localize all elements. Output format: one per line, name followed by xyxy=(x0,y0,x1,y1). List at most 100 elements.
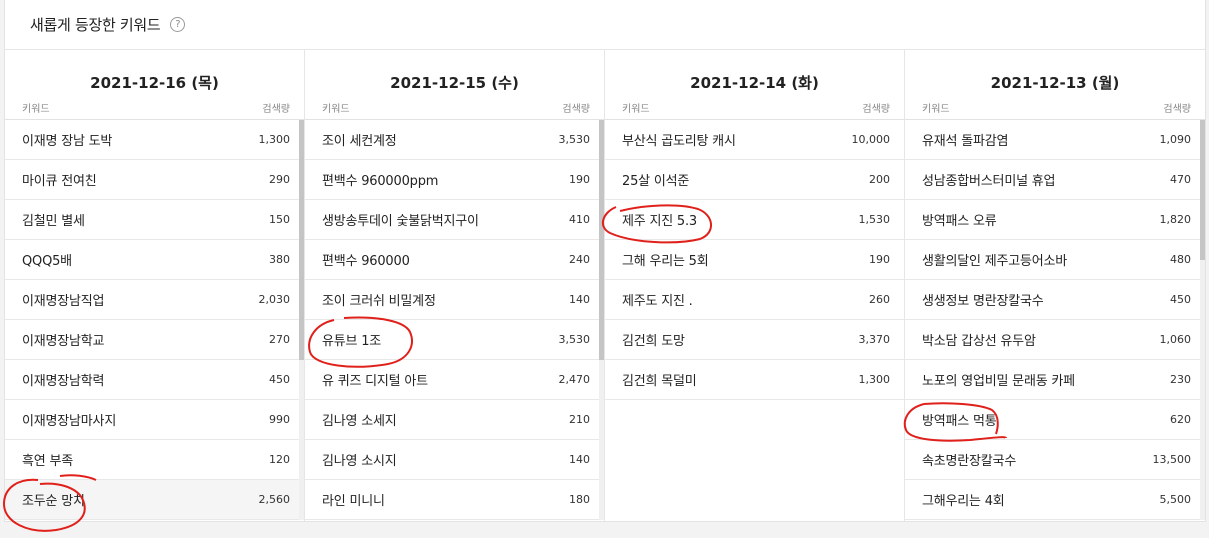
keyword-row[interactable]: 방역패스 오류 1,820 xyxy=(905,200,1205,240)
scroll-thumb[interactable] xyxy=(1200,120,1205,260)
column-header: 키워드 검색량 xyxy=(905,96,1205,120)
keyword-row[interactable]: 방역패스 먹통 620 xyxy=(905,400,1205,440)
column-header: 키워드 검색량 xyxy=(305,96,604,120)
search-volume: 480 xyxy=(1170,253,1191,266)
keyword-row[interactable]: 성남종합버스터미널 휴업 470 xyxy=(905,160,1205,200)
search-volume: 140 xyxy=(569,293,590,306)
search-volume: 5,500 xyxy=(1159,493,1192,506)
search-volume: 290 xyxy=(269,173,290,186)
volume-header: 검색량 xyxy=(1163,104,1191,115)
keyword-text: 김나영 소시지 xyxy=(322,454,397,469)
keyword-text: 편백수 960000 xyxy=(322,254,410,269)
keyword-text: 김건희 도망 xyxy=(622,334,685,349)
keyword-row[interactable]: 부산식 곱도리탕 캐시 10,000 xyxy=(605,120,904,160)
search-volume: 2,030 xyxy=(258,293,291,306)
keyword-text: 이재명장남학력 xyxy=(22,374,105,389)
keyword-row[interactable]: 생생정보 명란장칼국수 450 xyxy=(905,280,1205,320)
keyword-row[interactable]: 그해우리는 4회 5,500 xyxy=(905,480,1205,520)
search-volume: 240 xyxy=(569,253,590,266)
search-volume: 10,000 xyxy=(851,133,891,146)
search-volume: 260 xyxy=(869,293,890,306)
search-volume: 140 xyxy=(569,453,590,466)
volume-header: 검색량 xyxy=(862,104,890,115)
keyword-row[interactable]: 편백수 960000ppm 190 xyxy=(305,160,604,200)
keyword-columns: 2021-12-16 (목) 키워드 검색량 이재명 장남 도박 1,300 마이큐 전여… xyxy=(5,50,1205,521)
search-volume: 1,090 xyxy=(1159,133,1192,146)
keyword-row[interactable]: 김나영 소세지 210 xyxy=(305,400,604,440)
column-date: 2021-12-14 (화) xyxy=(690,74,819,92)
search-volume: 1,820 xyxy=(1159,213,1192,226)
keyword-text: 편백수 960000ppm xyxy=(322,174,439,189)
keyword-row[interactable]: 유튜브 1조 3,530 xyxy=(305,320,604,360)
keyword-text: 그해 우리는 5회 xyxy=(622,254,709,269)
keyword-row[interactable]: 조두순 망치 2,560 xyxy=(5,480,304,520)
volume-header: 검색량 xyxy=(262,104,290,115)
keyword-row[interactable]: 속초명란장칼국수 13,500 xyxy=(905,440,1205,480)
keyword-row[interactable]: 이재명장남마사지 990 xyxy=(5,400,304,440)
keyword-row[interactable]: 김건희 도망 3,370 xyxy=(605,320,904,360)
keyword-text: 조두순 망치 xyxy=(22,494,85,509)
keyword-text: 25살 이석준 xyxy=(622,174,690,189)
keyword-row[interactable]: 김철민 별세 150 xyxy=(5,200,304,240)
search-volume: 380 xyxy=(269,253,290,266)
search-volume: 450 xyxy=(1170,293,1191,306)
keyword-text: 마이큐 전여친 xyxy=(22,174,97,189)
keyword-text: 김건희 목덜미 xyxy=(622,374,697,389)
keyword-row[interactable]: 김건희 목덜미 1,300 xyxy=(605,360,904,400)
keyword-row[interactable]: 조이 세컨계정 3,530 xyxy=(305,120,604,160)
search-volume: 2,470 xyxy=(558,373,591,386)
keyword-row[interactable]: 노포의 영업비밀 문래동 카페 230 xyxy=(905,360,1205,400)
volume-header: 검색량 xyxy=(562,104,590,115)
keyword-column: 2021-12-13 (월) 키워드 검색량 유재석 돌파감염 1,090 성남종합버스터… xyxy=(905,50,1205,521)
keyword-row[interactable]: 제주 지진 5.3 1,530 xyxy=(605,200,904,240)
keyword-row[interactable]: 편백수 960000 240 xyxy=(305,240,604,280)
keyword-text: 유튜브 1조 xyxy=(322,334,382,349)
search-volume: 230 xyxy=(1170,373,1191,386)
keyword-row[interactable]: 그해 우리는 5회 190 xyxy=(605,240,904,280)
keyword-row[interactable]: 유 퀴즈 디지털 아트 2,470 xyxy=(305,360,604,400)
keyword-row[interactable]: 라인 미니니 180 xyxy=(305,480,604,520)
keyword-text: 김나영 소세지 xyxy=(322,414,397,429)
keyword-row[interactable]: 이재명 장남 도박 1,300 xyxy=(5,120,304,160)
search-volume: 1,300 xyxy=(858,373,891,386)
keyword-text: 이재명장남마사지 xyxy=(22,414,117,429)
keyword-row[interactable]: 이재명장남직업 2,030 xyxy=(5,280,304,320)
keyword-text: 제주 지진 5.3 xyxy=(622,214,697,229)
keyword-text: 방역패스 먹통 xyxy=(922,414,997,429)
keyword-row[interactable]: 유재석 돌파감염 1,090 xyxy=(905,120,1205,160)
keyword-text: 제주도 지진 . xyxy=(622,294,693,309)
keyword-row[interactable]: 이재명장남학력 450 xyxy=(5,360,304,400)
keyword-row[interactable]: QQQ5배 380 xyxy=(5,240,304,280)
keyword-text: 유재석 돌파감염 xyxy=(922,134,1009,149)
help-icon[interactable]: ? xyxy=(170,17,186,32)
keyword-row[interactable]: 박소담 갑상선 유두암 1,060 xyxy=(905,320,1205,360)
keyword-text: 생생정보 명란장칼국수 xyxy=(922,294,1044,309)
keyword-text: 생방송투데이 숯불닭벅지구이 xyxy=(322,214,479,229)
column-scrollbar[interactable] xyxy=(599,120,604,520)
keyword-row[interactable]: 이재명장남학교 270 xyxy=(5,320,304,360)
keyword-row[interactable]: 흑연 부족 120 xyxy=(5,440,304,480)
search-volume: 180 xyxy=(569,493,590,506)
search-volume: 200 xyxy=(869,173,890,186)
keyword-row[interactable]: 생방송투데이 숯불닭벅지구이 410 xyxy=(305,200,604,240)
keyword-text: QQQ5배 xyxy=(22,254,72,269)
search-volume: 190 xyxy=(569,173,590,186)
keyword-header: 키워드 xyxy=(922,104,950,115)
column-scrollbar[interactable] xyxy=(299,120,304,520)
keyword-text: 박소담 갑상선 유두암 xyxy=(922,334,1036,349)
keyword-row[interactable]: 25살 이석준 200 xyxy=(605,160,904,200)
search-volume: 1,530 xyxy=(858,213,891,226)
column-scrollbar[interactable] xyxy=(1200,120,1205,520)
keyword-text: 조이 크러쉬 비밀계정 xyxy=(322,294,436,309)
scroll-thumb[interactable] xyxy=(299,120,304,360)
keyword-text: 이재명 장남 도박 xyxy=(22,134,113,149)
search-volume: 1,060 xyxy=(1159,333,1192,346)
keyword-row[interactable]: 조이 크러쉬 비밀계정 140 xyxy=(305,280,604,320)
scroll-thumb[interactable] xyxy=(599,120,604,360)
keyword-text: 성남종합버스터미널 휴업 xyxy=(922,174,1056,189)
keyword-text: 유 퀴즈 디지털 아트 xyxy=(322,374,428,389)
keyword-row[interactable]: 제주도 지진 . 260 xyxy=(605,280,904,320)
keyword-row[interactable]: 마이큐 전여친 290 xyxy=(5,160,304,200)
keyword-row[interactable]: 생활의달인 제주고등어소바 480 xyxy=(905,240,1205,280)
keyword-row[interactable]: 김나영 소시지 140 xyxy=(305,440,604,480)
